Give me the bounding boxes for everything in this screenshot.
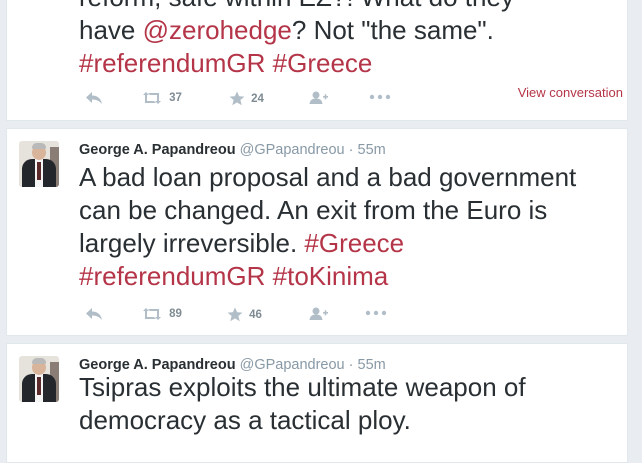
more-button[interactable] xyxy=(365,307,387,319)
tweet-text: reform, safe within EZ?! What do they ha… xyxy=(79,0,514,80)
tweet-line: can be changed. An exit from the Euro is xyxy=(79,195,548,225)
follow-button[interactable] xyxy=(309,307,329,321)
tweet-card[interactable]: reform, safe within EZ?! What do they ha… xyxy=(6,0,628,121)
more-icon xyxy=(369,94,391,100)
retweet-count: 89 xyxy=(169,308,182,320)
follow-icon xyxy=(309,307,328,320)
star-icon xyxy=(227,307,243,322)
reply-icon xyxy=(86,92,102,104)
favorite-button[interactable]: 24 xyxy=(229,91,264,106)
favorite-count: 46 xyxy=(249,308,262,321)
retweet-icon xyxy=(143,92,161,104)
follow-button[interactable] xyxy=(309,91,329,105)
reply-button[interactable] xyxy=(85,307,103,321)
tweet-line: A bad loan proposal and a bad government xyxy=(79,162,577,192)
star-icon xyxy=(229,91,245,106)
avatar[interactable] xyxy=(19,141,59,187)
text-segment: have xyxy=(79,15,143,45)
more-icon xyxy=(365,310,387,316)
tweet-line: democracy as a tactical ploy. xyxy=(79,405,411,435)
view-conversation-link[interactable]: View conversation xyxy=(518,85,623,100)
retweet-count: 37 xyxy=(169,92,182,104)
retweet-button[interactable]: 37 xyxy=(141,91,182,105)
tweet-line: largely irreversible. #Greece xyxy=(79,227,576,260)
timestamp[interactable]: 55m xyxy=(358,142,386,158)
reply-button[interactable] xyxy=(85,91,103,105)
mention-link[interactable]: @zerohedge xyxy=(143,15,292,45)
reply-icon xyxy=(86,308,102,320)
separator: · xyxy=(348,142,354,158)
tweet-text: Tsipras exploits the ultimate weapon of … xyxy=(79,371,526,437)
tweet-header: George A. Papandreou @GPapandreou · 55m xyxy=(79,142,386,158)
tweet-line: Tsipras exploits the ultimate weapon of xyxy=(79,372,526,402)
text-segment: largely irreversible. xyxy=(79,228,305,258)
hashtag-line[interactable]: #referendumGR #Greece xyxy=(79,47,514,80)
hashtag-line[interactable]: #referendumGR #toKinima xyxy=(79,260,576,293)
author-handle[interactable]: @GPapandreou xyxy=(240,142,345,158)
retweet-button[interactable]: 89 xyxy=(141,307,182,321)
tweet-actions: 89 46 xyxy=(83,307,503,327)
author-name[interactable]: George A. Papandreou xyxy=(79,142,236,158)
follow-icon xyxy=(309,91,328,104)
tweet-actions: 37 24 xyxy=(83,91,503,111)
tweet-line: reform, safe within EZ?! What do they xyxy=(79,0,514,14)
tweet-line: have @zerohedge? Not "the same". xyxy=(79,14,514,47)
text-segment: ? Not "the same". xyxy=(291,15,494,45)
favorite-count: 24 xyxy=(251,92,264,105)
more-button[interactable] xyxy=(369,91,391,103)
avatar[interactable] xyxy=(19,356,59,402)
retweet-icon xyxy=(143,308,161,320)
tweet-text: A bad loan proposal and a bad government… xyxy=(79,161,576,293)
tweet-card[interactable]: George A. Papandreou @GPapandreou · 55m … xyxy=(6,343,628,463)
hashtag-link[interactable]: #Greece xyxy=(304,228,404,258)
tweet-card[interactable]: George A. Papandreou @GPapandreou · 55m … xyxy=(6,128,628,336)
favorite-button[interactable]: 46 xyxy=(227,307,262,322)
